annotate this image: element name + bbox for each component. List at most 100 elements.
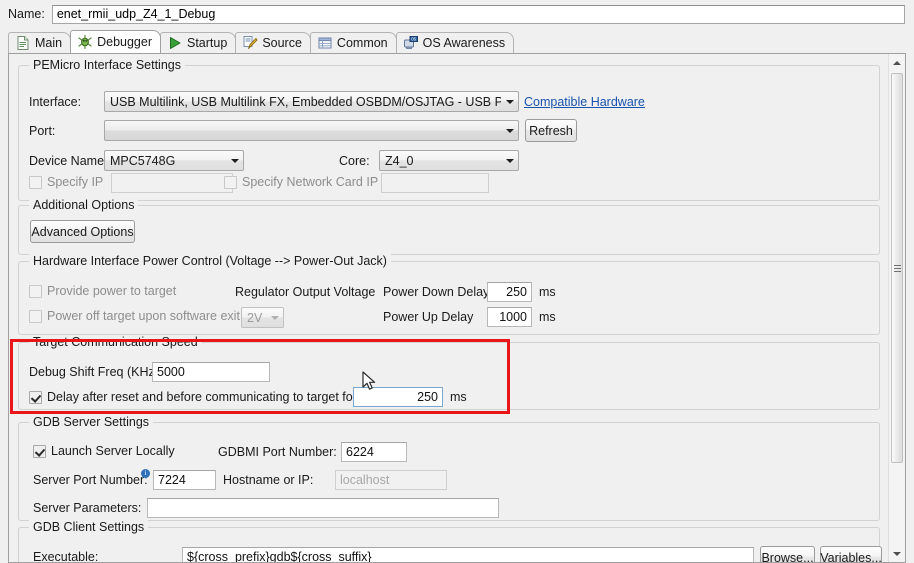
tab-common[interactable]: Common [309, 32, 397, 53]
configuration-name-input[interactable] [51, 4, 905, 24]
power-down-delay-label: Power Down Delay [383, 285, 490, 299]
info-icon[interactable]: i [141, 469, 150, 478]
tab-os-awareness-label: OS Awareness [422, 35, 506, 50]
port-combo[interactable] [104, 120, 519, 141]
server-port-value: 7224 [158, 473, 186, 487]
chevron-down-icon[interactable] [266, 308, 283, 327]
os-icon: 05 [403, 35, 419, 51]
name-label: Name: [8, 7, 45, 21]
provide-power-checkbox[interactable]: Provide power to target [29, 284, 176, 298]
debug-shift-freq-input[interactable]: 5000 [152, 362, 270, 382]
power-off-exit-label: Power off target upon software exit [47, 309, 240, 323]
advanced-options-label: Advanced Options [31, 224, 134, 239]
executable-input[interactable]: ${cross_prefix}gdb${cross_suffix} [182, 547, 754, 562]
launch-server-locally-checkbox[interactable]: Launch Server Locally [33, 444, 175, 458]
specify-network-card-ip-label: Specify Network Card IP [242, 175, 379, 189]
chevron-down-icon[interactable] [226, 151, 243, 170]
checkbox-box [33, 444, 46, 458]
tab-startup-label: Startup [187, 35, 228, 50]
core-combo-value: Z4_0 [385, 153, 414, 168]
specify-network-card-ip-checkbox[interactable]: Specify Network Card IP [224, 175, 378, 189]
checkbox-box [29, 175, 42, 189]
chevron-down-icon[interactable] [501, 121, 518, 140]
bug-icon [77, 34, 93, 50]
additional-options-group: Additional Options Advanced Options [18, 198, 880, 255]
chevron-down-icon[interactable] [501, 92, 518, 111]
gdb-server-group-title: GDB Server Settings [29, 415, 154, 429]
checkbox-box [29, 309, 42, 323]
device-name-label: Device Name: [29, 154, 108, 168]
scroll-down-arrow[interactable] [889, 545, 905, 562]
delay-after-reset-value: 250 [417, 390, 438, 404]
provide-power-label: Provide power to target [47, 284, 177, 298]
advanced-options-button[interactable]: Advanced Options [30, 220, 135, 243]
tab-os-awareness[interactable]: 05 OS Awareness [395, 32, 515, 53]
tab-common-label: Common [336, 35, 388, 50]
variables-button[interactable]: Variables... [820, 546, 882, 562]
interface-combo-value: USB Multilink, USB Multilink FX, Embedde… [110, 94, 501, 109]
power-down-delay-input[interactable]: 250 [487, 282, 532, 302]
interface-combo[interactable]: USB Multilink, USB Multilink FX, Embedde… [104, 91, 519, 112]
gdb-client-group-title: GDB Client Settings [29, 520, 149, 534]
settings-scroll-area: PEMicro Interface Settings Interface: US… [9, 54, 888, 562]
interface-label: Interface: [29, 95, 82, 109]
browse-button[interactable]: Browse... [760, 546, 815, 562]
pemicro-interface-settings-group: PEMicro Interface Settings Interface: US… [18, 58, 880, 201]
delay-after-reset-input[interactable]: 250 [353, 387, 443, 407]
debugger-tab-content: PEMicro Interface Settings Interface: US… [8, 53, 906, 563]
delay-after-reset-unit: ms [450, 390, 467, 404]
specify-network-card-ip-input[interactable] [381, 173, 489, 193]
debug-shift-freq-label: Debug Shift Freq (KHz) [29, 365, 159, 379]
tab-startup[interactable]: Startup [160, 32, 237, 53]
gdbmi-port-input[interactable]: 6224 [341, 442, 407, 462]
scrollbar-thumb[interactable] [891, 73, 903, 463]
vertical-scrollbar[interactable] [888, 54, 905, 562]
specify-ip-input[interactable] [111, 173, 233, 193]
name-row: Name: [0, 0, 914, 28]
device-name-combo[interactable]: MPC5748G [104, 150, 244, 171]
tab-debugger[interactable]: Debugger [70, 30, 161, 53]
regulator-output-voltage-label: Regulator Output Voltage [235, 285, 376, 299]
power-down-delay-unit: ms [539, 285, 556, 299]
tab-source[interactable]: Source [235, 32, 311, 53]
launch-configuration-window: Name: Main [0, 0, 914, 563]
tab-main[interactable]: Main [8, 32, 72, 53]
tab-source-label: Source [262, 35, 302, 50]
server-port-input[interactable]: 7224 [153, 470, 216, 490]
core-combo[interactable]: Z4_0 [379, 150, 519, 171]
specify-ip-checkbox[interactable]: Specify IP [29, 175, 103, 189]
refresh-button[interactable]: Refresh [525, 119, 577, 142]
source-edit-icon [242, 35, 258, 51]
power-up-delay-input[interactable]: 1000 [487, 307, 532, 327]
debug-shift-freq-value: 5000 [157, 365, 185, 379]
checkbox-box [224, 175, 237, 189]
svg-text:05: 05 [411, 37, 416, 42]
browse-button-label: Browse... [761, 550, 814, 563]
checkbox-box [29, 390, 42, 404]
compatible-hardware-link[interactable]: Compatible Hardware [524, 95, 645, 109]
tab-bar: Main Debugger Startup Source Common 05 O… [8, 30, 515, 53]
target-speed-group-title: Target Communication Speed [29, 335, 202, 349]
hostname-input[interactable]: localhost [335, 470, 447, 490]
table-icon [317, 35, 333, 51]
regulator-voltage-combo[interactable]: 2V [241, 307, 284, 328]
pemicro-group-title: PEMicro Interface Settings [29, 58, 185, 72]
tab-debugger-label: Debugger [97, 34, 152, 49]
device-name-combo-value: MPC5748G [110, 153, 176, 168]
delay-after-reset-label: Delay after reset and before communicati… [47, 390, 357, 404]
scroll-thumb-grip [894, 265, 901, 272]
power-up-delay-label: Power Up Delay [383, 310, 474, 324]
power-up-delay-unit: ms [539, 310, 556, 324]
delay-after-reset-checkbox[interactable]: Delay after reset and before communicati… [29, 390, 357, 404]
scroll-up-arrow[interactable] [889, 54, 905, 71]
regulator-voltage-value: 2V [247, 310, 263, 325]
gdbmi-port-label: GDBMI Port Number: [218, 445, 337, 459]
power-up-delay-value: 1000 [499, 310, 527, 324]
chevron-down-icon[interactable] [501, 151, 518, 170]
hostname-label: Hostname or IP: [223, 473, 314, 487]
gdbmi-port-value: 6224 [346, 445, 374, 459]
server-port-label: Server Port Number: [33, 473, 148, 487]
document-icon [15, 35, 31, 51]
power-off-exit-checkbox[interactable]: Power off target upon software exit [29, 309, 240, 323]
server-parameters-input[interactable] [147, 498, 499, 518]
